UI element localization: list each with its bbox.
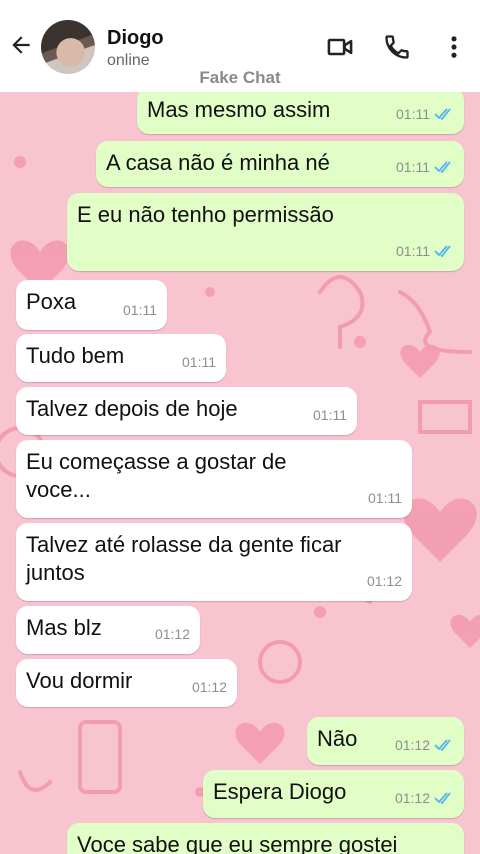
avatar[interactable] xyxy=(41,20,95,74)
message-meta: 01:12 xyxy=(395,784,454,812)
chat-header: Diogo online Fake Chat xyxy=(0,0,480,92)
message-meta: 01:11 xyxy=(182,348,216,376)
read-receipt-icon xyxy=(434,245,451,257)
message-meta: 01:12 xyxy=(192,673,227,701)
video-call-icon[interactable] xyxy=(326,33,354,61)
message-text: Talvez depois de hoje xyxy=(26,396,238,421)
message-time: 01:11 xyxy=(396,106,430,122)
message-text: Voce sabe que eu sempre gostei xyxy=(77,832,398,854)
message-meta: 01:12 xyxy=(395,731,454,759)
message-text: E eu não tenho permissão xyxy=(77,202,334,227)
message-bubble-incoming[interactable]: Tudo bem 01:11 xyxy=(16,334,226,382)
watermark-label: Fake Chat xyxy=(199,68,281,87)
message-bubble-outgoing[interactable]: Voce sabe que eu sempre gostei xyxy=(67,823,464,854)
message-time: 01:11 xyxy=(123,302,157,318)
message-meta: 01:11 xyxy=(368,484,402,512)
message-bubble-outgoing[interactable]: Não 01:12 xyxy=(307,717,464,765)
contact-name[interactable]: Diogo xyxy=(107,27,164,50)
message-time: 01:12 xyxy=(154,626,190,642)
more-vert-icon[interactable] xyxy=(440,33,468,61)
message-time: 01:11 xyxy=(313,407,347,423)
message-time: 01:11 xyxy=(368,490,402,506)
message-time: 01:11 xyxy=(396,159,430,175)
message-meta: 01:11 xyxy=(396,237,454,265)
message-bubble-outgoing[interactable]: Espera Diogo 01:12 xyxy=(203,770,464,818)
message-bubble-incoming[interactable]: Eu começasse a gostar de voce... 01:11 xyxy=(16,440,412,518)
message-time: 01:12 xyxy=(366,573,402,589)
message-bubble-incoming[interactable]: Talvez depois de hoje 01:11 xyxy=(16,387,357,435)
message-time: 01:11 xyxy=(182,354,216,370)
message-meta: 01:12 xyxy=(155,620,190,648)
message-meta: 01:11 xyxy=(313,401,347,429)
read-receipt-icon xyxy=(434,739,451,751)
message-bubble-incoming[interactable]: Vou dormir 01:12 xyxy=(16,659,237,707)
message-time: 01:12 xyxy=(394,790,430,806)
message-bubble-incoming[interactable]: Mas blz 01:12 xyxy=(16,606,200,654)
message-meta: 01:11 xyxy=(123,296,157,324)
message-text: Eu começasse a gostar de voce... xyxy=(26,449,287,502)
message-bubble-outgoing[interactable]: E eu não tenho permissão 01:11 xyxy=(67,193,464,271)
message-time: 01:11 xyxy=(396,243,430,259)
message-text: Talvez até rolasse da gente ficar juntos xyxy=(26,532,342,585)
message-bubble-incoming[interactable]: Talvez até rolasse da gente ficar juntos… xyxy=(16,523,412,601)
message-bubble-outgoing[interactable]: Mas mesmo assim 01:11 xyxy=(137,92,464,134)
message-bubble-outgoing[interactable]: A casa não é minha né 01:11 xyxy=(96,141,464,187)
read-receipt-icon xyxy=(434,161,451,173)
message-time: 01:12 xyxy=(394,737,430,753)
read-receipt-icon xyxy=(434,792,451,804)
chat-area[interactable]: Mas mesmo assim 01:11 A casa não é minha… xyxy=(0,92,480,854)
message-meta: 01:12 xyxy=(367,567,402,595)
back-arrow-icon[interactable] xyxy=(8,32,34,58)
phone-icon[interactable] xyxy=(383,33,411,61)
read-receipt-icon xyxy=(434,108,451,120)
message-meta: 01:11 xyxy=(396,153,454,181)
message-time: 01:12 xyxy=(191,679,227,695)
message-bubble-incoming[interactable]: Poxa 01:11 xyxy=(16,280,167,330)
message-meta: 01:11 xyxy=(396,100,454,128)
